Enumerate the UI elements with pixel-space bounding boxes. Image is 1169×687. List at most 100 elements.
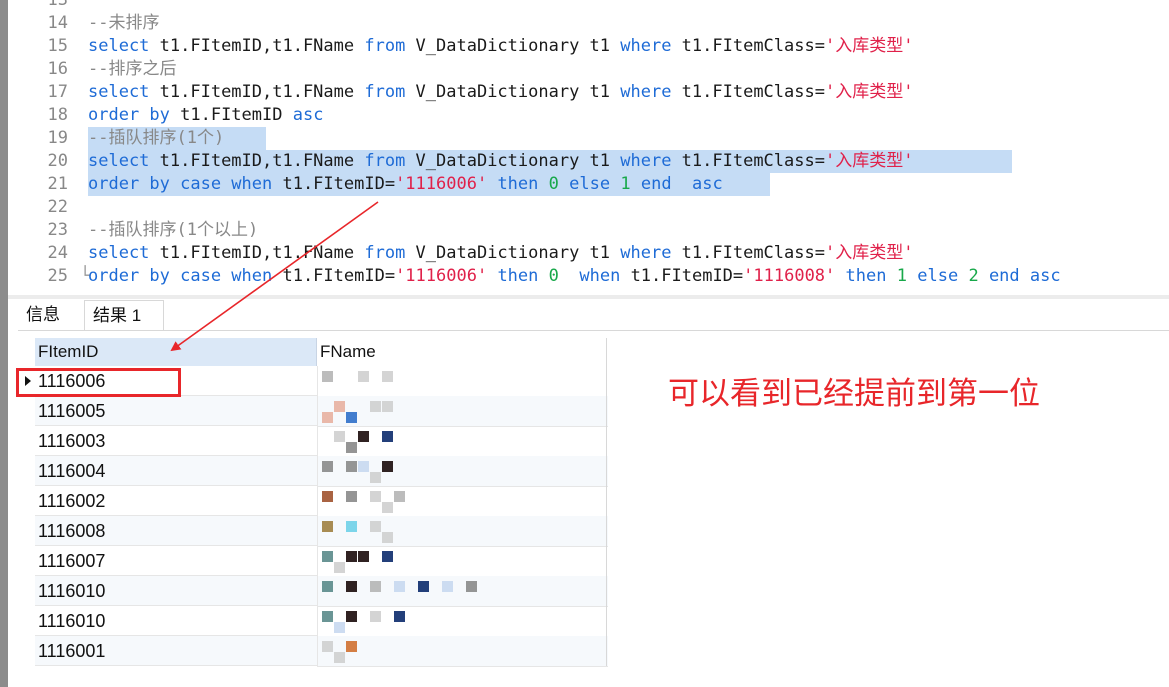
code-token: t1.FItemID,t1.FName [149, 151, 365, 171]
code-token: t1.FItemID [169, 105, 293, 125]
pixelation-block [382, 551, 393, 562]
code-token: '1116006' [395, 174, 488, 194]
column-header-fitemid[interactable]: FItemID [35, 338, 317, 366]
code-token: select [88, 243, 150, 263]
cell-fitemid[interactable]: 1116010 [35, 606, 317, 636]
row-selector[interactable] [18, 636, 35, 666]
code-line[interactable]: 17 select t1.FItemID,t1.FName from V_Data… [8, 81, 1169, 104]
pixelation-block [358, 551, 369, 562]
code-token: else [569, 174, 611, 194]
code-line[interactable]: 24 select t1.FItemID,t1.FName from V_Data… [8, 242, 1169, 265]
pixelation-block [334, 562, 345, 573]
pixelation-block [322, 581, 333, 592]
code-token: '入库类型' [824, 243, 914, 263]
pixelation-block [394, 581, 405, 592]
code-token: t1.FItemID,t1.FName [149, 82, 365, 102]
cell-fitemid[interactable]: 1116010 [35, 576, 317, 606]
cell-fname-blurred[interactable] [317, 606, 608, 637]
cell-fname-blurred[interactable] [317, 576, 608, 607]
cell-fitemid[interactable]: 1116005 [35, 396, 317, 426]
line-number: 25 [47, 266, 68, 286]
code-token: t1.FItemClass= [671, 82, 825, 102]
line-number: 17 [47, 82, 68, 102]
cell-fitemid[interactable]: 1116007 [35, 546, 317, 576]
pane-splitter[interactable] [8, 295, 1169, 299]
pixelation-block [442, 581, 453, 592]
code-line[interactable]: 21 order by case when t1.FItemID='1116006… [8, 173, 1169, 196]
code-token: asc [1029, 266, 1061, 286]
cell-fname-blurred[interactable] [317, 456, 608, 487]
table-row[interactable]: 1116010 [18, 576, 608, 607]
cell-fitemid[interactable]: 1116008 [35, 516, 317, 546]
pixelation-block [334, 652, 345, 663]
code-token: V_DataDictionary t1 [405, 36, 621, 56]
code-token: asc [692, 174, 723, 194]
cell-fname-blurred[interactable] [317, 546, 608, 577]
code-line[interactable]: 15 select t1.FItemID,t1.FName from V_Data… [8, 35, 1169, 58]
code-line[interactable]: 20 select t1.FItemID,t1.FName from V_Data… [8, 150, 1169, 173]
code-line[interactable]: 18 order by t1.FItemID asc [8, 104, 1169, 127]
table-row[interactable]: 1116004 [18, 456, 608, 487]
code-token: 0 [548, 266, 559, 286]
code-token: t1.FItemClass= [671, 36, 825, 56]
cell-fitemid[interactable]: 1116004 [35, 456, 317, 486]
code-line[interactable]: 23 --插队排序(1个以上) [8, 219, 1169, 242]
cell-fname-blurred[interactable] [317, 366, 608, 397]
code-token: t1.FItemClass= [671, 151, 825, 171]
cell-fname-blurred[interactable] [317, 396, 608, 427]
code-line[interactable]: 13 [8, 0, 1169, 12]
row-selector[interactable] [18, 516, 35, 546]
cell-fname-blurred[interactable] [317, 426, 608, 457]
row-selector[interactable] [18, 576, 35, 606]
tab-result-1[interactable]: 结果 1 [84, 300, 164, 331]
code-line[interactable]: 22 [8, 196, 1169, 219]
code-line[interactable]: 16 --排序之后 [8, 58, 1169, 81]
cell-fitemid[interactable]: 1116002 [35, 486, 317, 516]
pixelation-block [346, 581, 357, 592]
table-row[interactable]: 1116008 [18, 516, 608, 547]
table-row[interactable]: 1116010 [18, 606, 608, 637]
table-row[interactable]: 1116001 [18, 636, 608, 667]
cell-fitemid[interactable]: 1116003 [35, 426, 317, 456]
cell-fname-blurred[interactable] [317, 636, 608, 667]
pixelation-block [322, 521, 333, 532]
code-token: where [620, 151, 672, 171]
line-number: 23 [47, 220, 68, 240]
cell-fitemid[interactable]: 1116001 [35, 636, 317, 666]
code-token: from [364, 151, 406, 171]
code-token: --插队排序(1个) [88, 128, 225, 148]
table-row[interactable]: 1116003 [18, 426, 608, 457]
row-selector[interactable] [18, 486, 35, 516]
code-token: '入库类型' [824, 82, 914, 102]
code-token: then [497, 174, 539, 194]
table-row[interactable]: 1116002 [18, 486, 608, 517]
line-number: 18 [47, 105, 68, 125]
row-selector[interactable] [18, 396, 35, 426]
line-number: 24 [47, 243, 68, 263]
pixelation-block [370, 611, 381, 622]
pixelation-block [346, 521, 357, 532]
table-row[interactable]: 1116005 [18, 396, 608, 427]
code-text: --插队排序(1个) [88, 127, 224, 150]
code-line[interactable]: 19 --插队排序(1个) [8, 127, 1169, 150]
line-number: 16 [47, 59, 68, 79]
highlight-box [16, 368, 181, 397]
cell-fname-blurred[interactable] [317, 516, 608, 547]
row-selector[interactable] [18, 456, 35, 486]
cell-fname-blurred[interactable] [317, 486, 608, 517]
table-row[interactable]: 1116007 [18, 546, 608, 577]
tab-info[interactable]: 信息 [18, 300, 84, 330]
row-selector[interactable] [18, 546, 35, 576]
sql-editor[interactable]: 13 14 --未排序 15 select t1.FItemID,t1.FName fr… [8, 0, 1169, 295]
row-selector[interactable] [18, 426, 35, 456]
row-selector[interactable] [18, 606, 35, 636]
code-text: --排序之后 [88, 58, 176, 81]
column-header-fname[interactable]: FName [317, 338, 607, 366]
line-number: 20 [47, 151, 68, 171]
pixelation-block [418, 581, 429, 592]
code-line[interactable]: 14 --未排序 [8, 12, 1169, 35]
pixelation-block [322, 412, 333, 423]
code-line[interactable]: 25 └ order by case when t1.FItemID='111600… [8, 265, 1169, 288]
